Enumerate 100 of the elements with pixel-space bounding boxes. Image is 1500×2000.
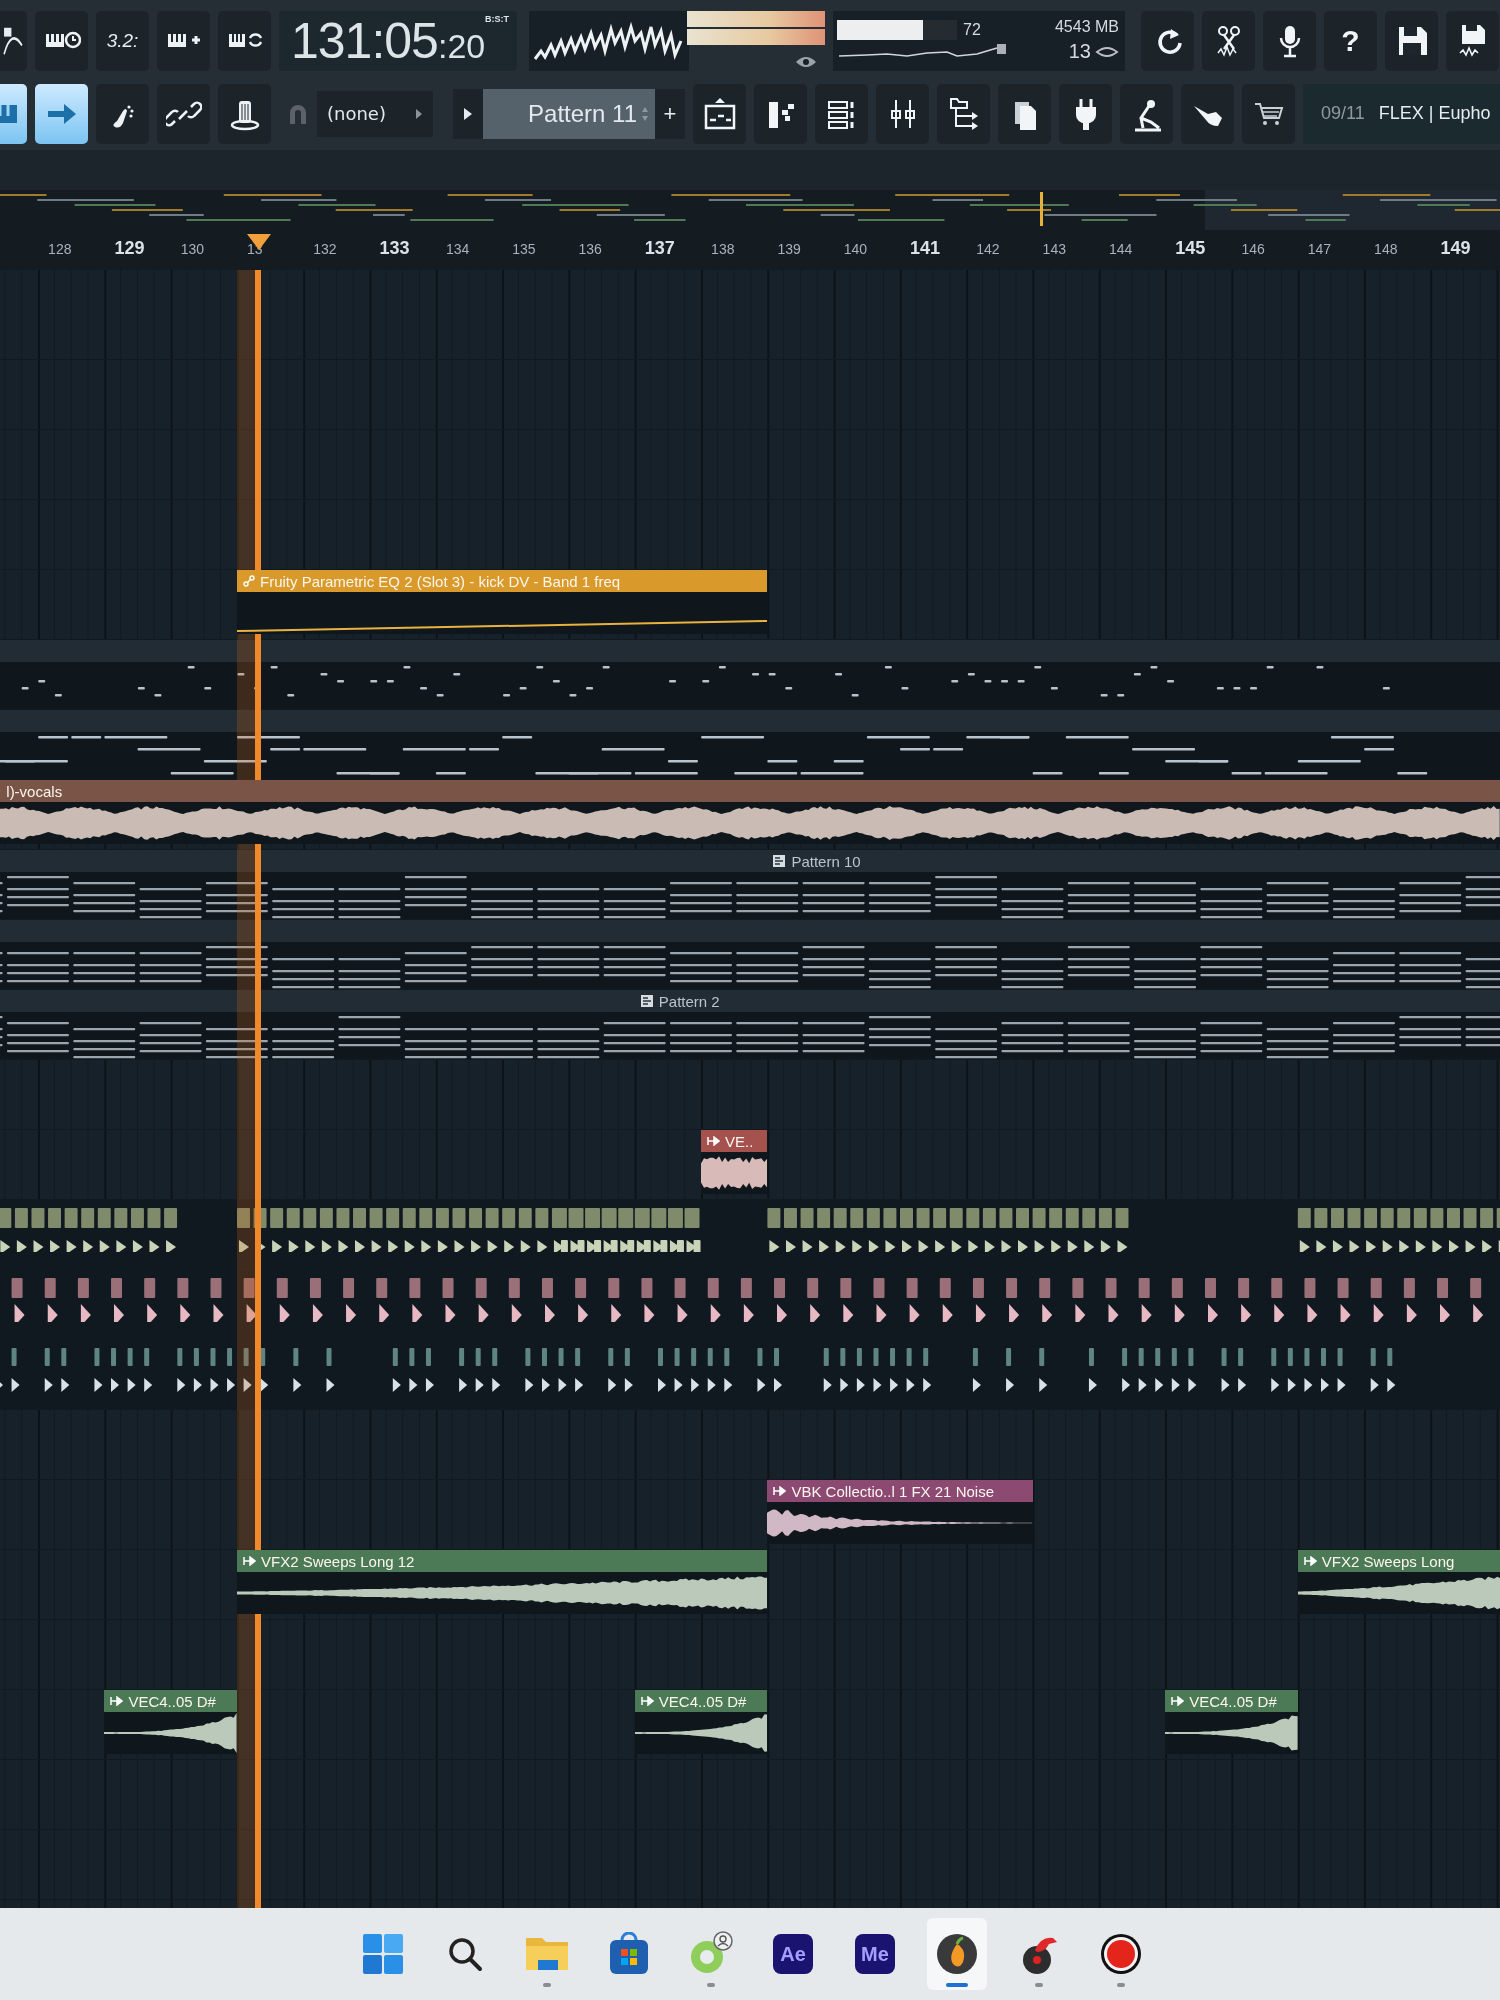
- toolbar-button[interactable]: [1120, 83, 1173, 144]
- clip-label: Pattern 2: [658, 992, 720, 1010]
- toolbar-button[interactable]: [1385, 10, 1438, 71]
- cpu-value: 72: [963, 20, 981, 39]
- clip-header[interactable]: VEC4..05 D#: [1165, 1690, 1298, 1712]
- bar-number: 138: [711, 241, 735, 257]
- taskbar-app[interactable]: [927, 1918, 987, 1990]
- audio-clip[interactable]: VBK Collectio..l 1 FX 21 Noise: [767, 1480, 1033, 1544]
- polyphony-value: 13: [1068, 40, 1091, 63]
- toolbar-button[interactable]: [218, 10, 271, 71]
- taskbar-app[interactable]: Ae: [763, 1918, 823, 1990]
- audio-clip-icon: [243, 1556, 256, 1566]
- eye-icon: [795, 54, 817, 69]
- toolbar-button[interactable]: [35, 10, 88, 71]
- playlist-overview[interactable]: [0, 190, 1500, 230]
- clip-header[interactable]: VFX2 Sweeps Long: [1297, 1550, 1500, 1572]
- clip-header[interactable]: VBK Collectio..l 1 FX 21 Noise: [767, 1480, 1033, 1502]
- audio-clip[interactable]: l)-vocals: [0, 780, 1500, 844]
- bar-number: 136: [578, 241, 602, 257]
- bar-number: 145: [1175, 238, 1206, 259]
- pattern-name: Pattern 11: [528, 99, 637, 128]
- tool-toggle[interactable]: [218, 83, 271, 144]
- help-button[interactable]: ?: [1324, 10, 1377, 71]
- audio-clip-icon: [1171, 1696, 1185, 1706]
- toolbar-button[interactable]: [1263, 10, 1316, 71]
- bar-number: 144: [1108, 241, 1133, 257]
- clip-header[interactable]: l)-vocals: [0, 780, 1500, 802]
- toolbar-button[interactable]: [1446, 10, 1499, 71]
- audio-clip-icon: [640, 1696, 654, 1706]
- audio-clip-icon: [707, 1136, 721, 1146]
- add-pattern-button[interactable]: +: [655, 88, 685, 139]
- time-value: 131:05: [291, 11, 438, 71]
- toolbar-button[interactable]: [1202, 10, 1255, 71]
- clip-label: Fruity Parametric EQ 2 (Slot 3) - kick DV - Band 1 freq: [260, 572, 621, 590]
- caret-icon: [415, 107, 423, 120]
- bar-number: 146: [1241, 241, 1265, 257]
- app-tile-icon: Me: [855, 1934, 895, 1974]
- bar-number: 143: [1042, 241, 1066, 257]
- clip-label: VEC4..05 D#: [658, 1692, 747, 1710]
- toolbar-button[interactable]: [815, 83, 868, 144]
- audio-clip[interactable]: VEC4..05 D#: [1165, 1690, 1298, 1754]
- clip-header[interactable]: VE..: [701, 1130, 768, 1152]
- clip-label: VFX2 Sweeps Long: [1321, 1552, 1455, 1570]
- toolbar-button[interactable]: [1242, 83, 1295, 144]
- bar-number: 134: [445, 241, 470, 257]
- curve-icon: [3, 25, 23, 56]
- audio-clip-icon: [110, 1696, 124, 1706]
- bar-number: 141: [910, 238, 941, 259]
- hint-text: FLEX | Eupho: [1378, 103, 1491, 124]
- time-format: B:S:T: [485, 13, 509, 24]
- audio-clip[interactable]: VFX2 Sweeps Long 12: [237, 1550, 768, 1614]
- app-tile-icon: Ae: [773, 1934, 813, 1974]
- audio-clip[interactable]: VEC4..05 D#: [104, 1690, 237, 1754]
- bar-number: 148: [1374, 241, 1398, 257]
- toolbar-button[interactable]: [754, 83, 807, 144]
- hint-counter: 09/11: [1321, 103, 1365, 124]
- bar-number: 128: [48, 241, 72, 257]
- taskbar-app[interactable]: Me: [845, 1918, 905, 1990]
- toolbar-button[interactable]: [998, 83, 1051, 144]
- clip-label: VEC4..05 D#: [128, 1692, 216, 1710]
- toolbar-button[interactable]: [157, 10, 210, 71]
- audio-clip-icon: [773, 1486, 787, 1496]
- clip-header[interactable]: VFX2 Sweeps Long 12: [237, 1550, 768, 1572]
- audio-clip[interactable]: VE..: [701, 1130, 768, 1194]
- audio-clip[interactable]: VEC4..05 D#: [634, 1690, 768, 1754]
- toolbar-button[interactable]: [1059, 83, 1112, 144]
- clip-label: Pattern 10: [791, 852, 861, 870]
- pattern-play-button[interactable]: [453, 88, 483, 139]
- bar-number: 135: [512, 241, 536, 257]
- automation-icon: [243, 575, 255, 587]
- bar-number: 130: [180, 241, 205, 257]
- bar-number: 132: [313, 241, 337, 257]
- pattern-icon: [773, 855, 786, 867]
- clip-label: VE..: [725, 1132, 754, 1150]
- toolbar-button[interactable]: [1141, 10, 1194, 71]
- audio-clip[interactable]: VFX2 Sweeps Long: [1297, 1550, 1500, 1614]
- clip-label: l)-vocals: [6, 782, 63, 800]
- bar-number: 140: [843, 241, 868, 257]
- clip-label: VEC4..05 D#: [1189, 1692, 1277, 1710]
- toolbar-button[interactable]: [937, 83, 990, 144]
- clip-label: VBK Collectio..l 1 FX 21 Noise: [791, 1482, 994, 1500]
- bar-number: 129: [114, 238, 145, 259]
- store-icon: [607, 1932, 651, 1976]
- windows-icon: [361, 1932, 405, 1976]
- clip-header[interactable]: VEC4..05 D#: [104, 1690, 237, 1712]
- toolbar-button[interactable]: [1181, 83, 1234, 144]
- tool-toggle[interactable]: [96, 83, 149, 144]
- pattern-icon: [640, 995, 653, 1007]
- snap-dropdown[interactable]: (none): [317, 90, 433, 137]
- toolbar-button[interactable]: [876, 83, 929, 144]
- bar-number: 133: [379, 238, 410, 259]
- toolbar-button[interactable]: [693, 83, 746, 144]
- tool-toggle[interactable]: [157, 83, 210, 144]
- bar-number: 142: [976, 241, 1000, 257]
- tool-toggle[interactable]: [35, 83, 88, 144]
- time-ticks: :20: [437, 26, 486, 66]
- pattern-selector[interactable]: Pattern 11: [483, 88, 655, 139]
- fruit-icon: [935, 1932, 979, 1976]
- clip-header[interactable]: VEC4..05 D#: [634, 1690, 768, 1712]
- time-format-button[interactable]: 3.2:: [96, 10, 149, 71]
